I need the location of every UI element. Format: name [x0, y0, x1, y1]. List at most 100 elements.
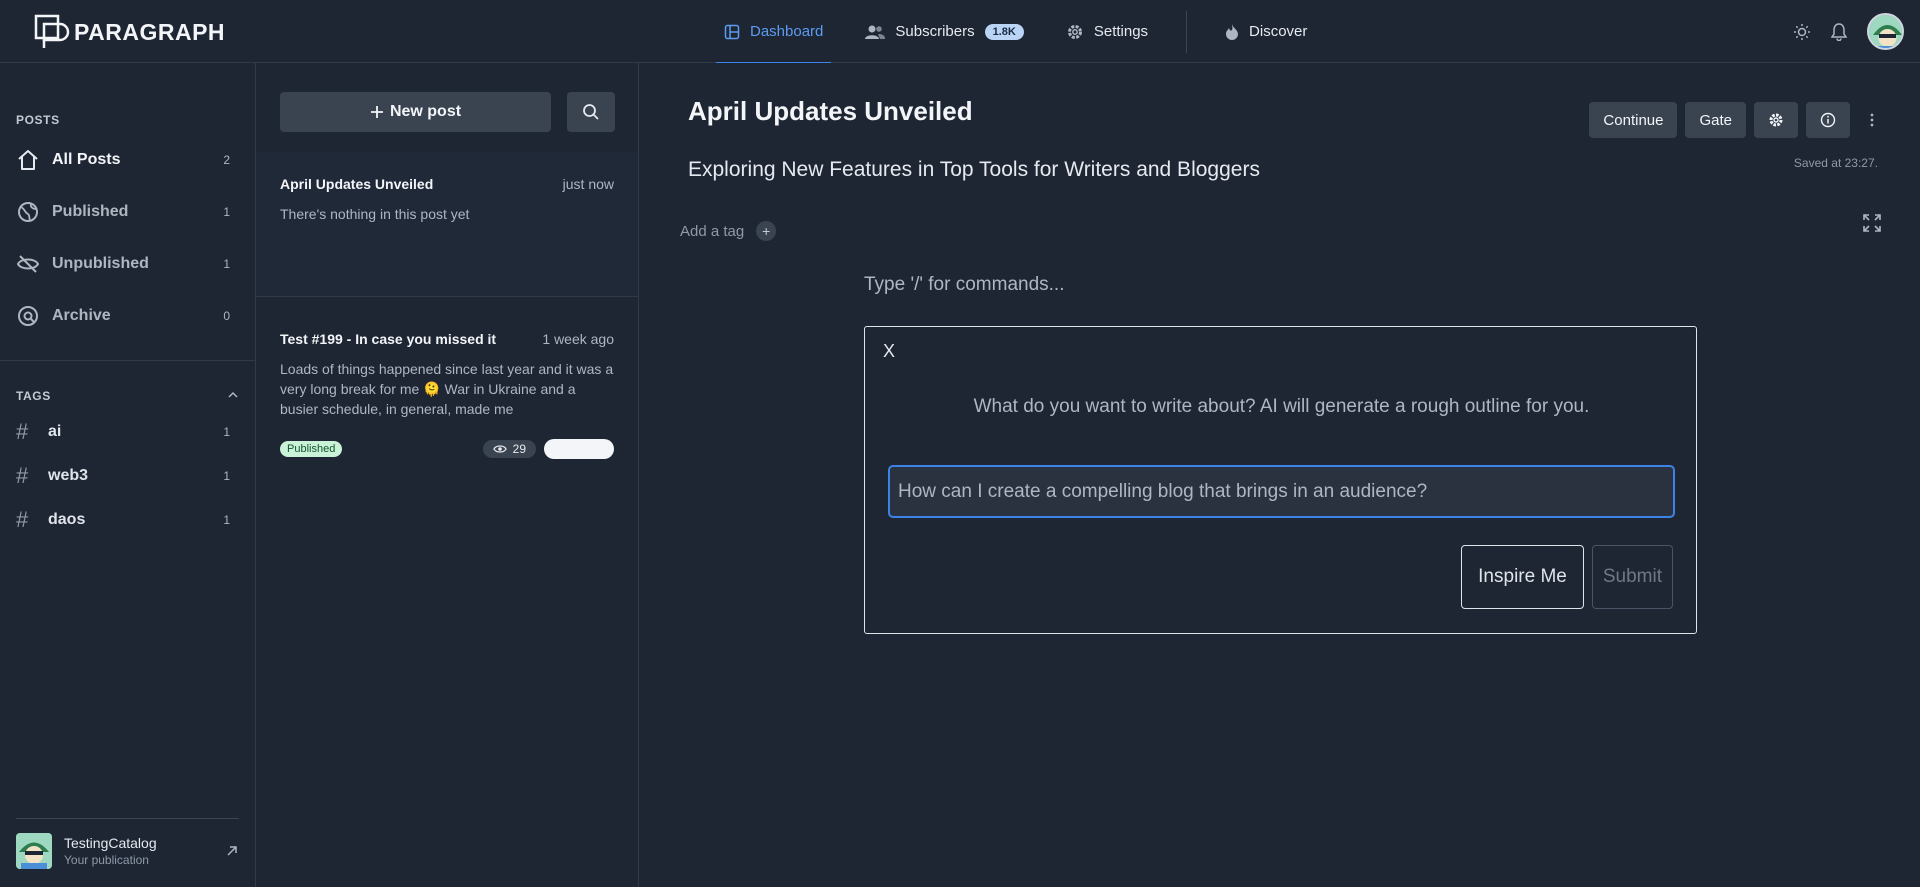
search-button[interactable] — [567, 92, 615, 132]
gear-icon — [1768, 112, 1784, 128]
tag-count: 1 — [223, 425, 230, 439]
sidebar-item-published[interactable]: Published 1 — [16, 197, 230, 227]
continue-button[interactable]: Continue — [1589, 102, 1678, 138]
publication-name: TestingCatalog — [64, 835, 157, 851]
dashboard-icon — [724, 24, 740, 40]
submit-button[interactable]: Submit — [1591, 545, 1673, 609]
logo-icon — [34, 14, 70, 50]
sidebar-divider — [0, 360, 256, 361]
main-nav: Dashboard Subscribers 1.8K Settings Disc… — [715, 0, 1345, 64]
post-list-item[interactable]: April Updates Unveiled just now There's … — [256, 152, 638, 297]
hash-icon: # — [16, 507, 29, 532]
gear-icon — [1066, 23, 1084, 41]
tags-section-header[interactable]: TAGS — [16, 389, 239, 403]
more-options-button[interactable] — [1858, 112, 1886, 128]
more-vertical-icon — [1870, 112, 1874, 128]
tag-label: ai — [48, 423, 62, 440]
ai-outline-dialog: X What do you want to write about? AI wi… — [864, 326, 1697, 634]
top-right-controls — [1793, 13, 1904, 50]
post-header: April Updates Unveiled just now — [280, 176, 614, 192]
sidebar-item-label: Archive — [52, 307, 111, 324]
new-post-button[interactable]: New post — [280, 92, 551, 132]
nav-dashboard[interactable]: Dashboard — [715, 0, 832, 64]
external-link-icon[interactable] — [225, 844, 239, 858]
post-time: just now — [562, 176, 614, 192]
home-icon — [16, 148, 40, 172]
post-list-panel: New post April Updates Unveiled just now… — [256, 63, 639, 887]
redacted-pill — [544, 439, 614, 459]
ai-topic-input[interactable] — [888, 465, 1675, 518]
top-bar: PARAGRAPH Dashboard Subscribers 1.8K Set… — [0, 0, 1920, 64]
user-avatar[interactable] — [1867, 13, 1904, 50]
tags-section-label: TAGS — [16, 389, 51, 403]
globe-icon — [16, 200, 40, 224]
sidebar-item-label: Unpublished — [52, 255, 149, 272]
post-list-item[interactable]: Test #199 - In case you missed it 1 week… — [256, 318, 638, 459]
nav-subscribers-label: Subscribers — [895, 23, 975, 40]
sidebar-item-count: 1 — [223, 205, 230, 219]
add-tag-plus-icon[interactable]: + — [756, 221, 777, 241]
publication-avatar — [16, 833, 52, 869]
add-tag-control[interactable]: Add a tag + — [680, 221, 777, 241]
inspire-me-button[interactable]: Inspire Me — [1461, 545, 1584, 609]
editor-actions: Continue Gate — [1589, 102, 1886, 138]
sidebar-item-label: All Posts — [52, 151, 121, 168]
sidebar-tag-daos[interactable]: # daos 1 — [16, 506, 230, 534]
gate-button[interactable]: Gate — [1685, 102, 1746, 138]
sidebar-item-archive[interactable]: Archive 0 — [16, 301, 230, 331]
nav-discover-label: Discover — [1249, 23, 1308, 40]
views-count: 29 — [512, 442, 526, 456]
tag-count: 1 — [223, 469, 230, 483]
post-settings-button[interactable] — [1754, 102, 1798, 138]
post-stats: 29 — [482, 439, 614, 459]
fire-icon — [1225, 23, 1239, 40]
post-title: April Updates Unveiled — [280, 176, 434, 192]
sidebar-item-label: Published — [52, 203, 129, 220]
publication-switcher[interactable]: TestingCatalog Your publication — [16, 818, 239, 869]
sun-icon[interactable] — [1793, 23, 1811, 41]
post-subtitle-input[interactable]: Exploring New Features in Top Tools for … — [688, 158, 1260, 182]
sidebar-item-count: 0 — [223, 309, 230, 323]
ai-actions: Inspire Me Submit — [1461, 545, 1673, 609]
tag-label: web3 — [48, 467, 89, 484]
post-meta: Published 29 — [280, 439, 614, 459]
publication-info: TestingCatalog Your publication — [64, 835, 225, 867]
sidebar-item-all-posts[interactable]: All Posts 2 — [16, 145, 230, 175]
paragraph-logo[interactable]: PARAGRAPH — [34, 14, 225, 50]
nav-subscribers[interactable]: Subscribers 1.8K — [861, 0, 1027, 63]
post-header: Test #199 - In case you missed it 1 week… — [280, 331, 614, 347]
fullscreen-icon[interactable] — [1862, 213, 1882, 233]
status-badge: Published — [280, 441, 343, 457]
hash-icon: # — [16, 463, 29, 488]
nav-discover[interactable]: Discover — [1221, 0, 1311, 63]
subscribers-count-badge: 1.8K — [984, 23, 1024, 40]
nav-separator — [1186, 10, 1188, 53]
bell-icon[interactable] — [1831, 22, 1847, 41]
nav-settings-label: Settings — [1093, 23, 1149, 40]
new-post-label: New post — [389, 103, 462, 120]
sidebar-item-count: 1 — [223, 257, 230, 271]
nav-settings[interactable]: Settings — [1062, 0, 1152, 63]
sidebar-tag-ai[interactable]: # ai 1 — [16, 418, 230, 446]
archive-icon — [16, 304, 40, 328]
info-button[interactable] — [1806, 102, 1850, 138]
logo-text: PARAGRAPH — [74, 18, 226, 45]
editor-panel: April Updates Unveiled Exploring New Fea… — [639, 63, 1920, 887]
post-title-input[interactable]: April Updates Unveiled — [688, 96, 973, 127]
sidebar-item-unpublished[interactable]: Unpublished 1 — [16, 249, 230, 279]
nav-dashboard-label: Dashboard — [750, 23, 824, 40]
sidebar-tag-web3[interactable]: # web3 1 — [16, 462, 230, 490]
tag-count: 1 — [223, 513, 230, 527]
posts-section-label: POSTS — [16, 113, 60, 127]
add-tag-label: Add a tag — [680, 222, 745, 240]
sidebar: POSTS All Posts 2 Published 1 Unpublishe… — [0, 63, 256, 887]
post-excerpt: Loads of things happened since last year… — [280, 361, 614, 417]
post-excerpt: There's nothing in this post yet — [280, 206, 470, 222]
publication-subtitle: Your publication — [64, 853, 149, 867]
editor-command-placeholder[interactable]: Type '/' for commands... — [864, 274, 1065, 296]
search-icon — [582, 103, 600, 121]
eye-icon — [492, 444, 507, 454]
close-button[interactable]: X — [883, 341, 895, 362]
chevron-up-icon[interactable] — [227, 389, 239, 403]
sidebar-item-count: 2 — [223, 153, 230, 167]
